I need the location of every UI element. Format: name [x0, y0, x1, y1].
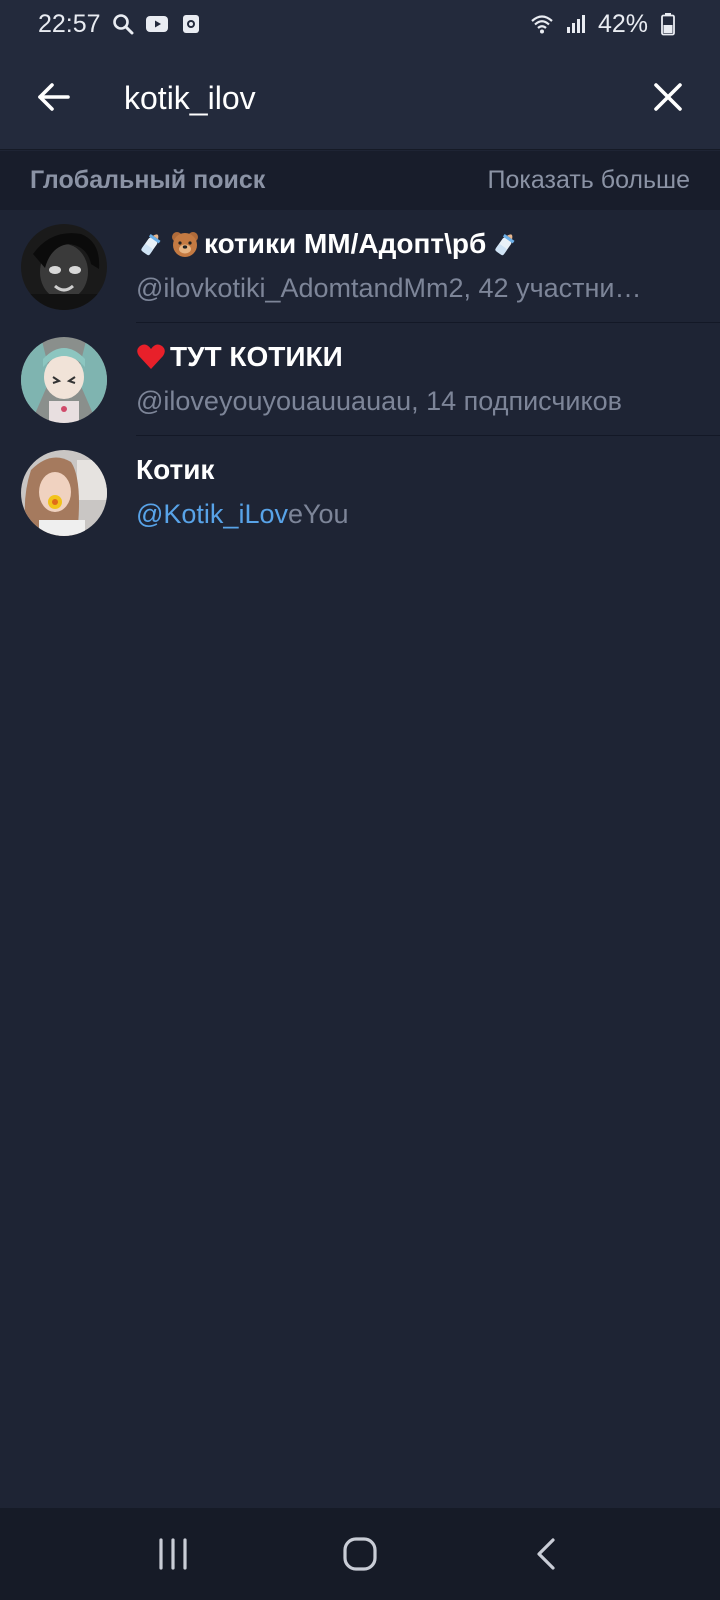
result-title-text: ТУТ КОТИКИ: [170, 341, 343, 372]
result-title-text: Котик: [136, 454, 215, 485]
close-icon: [654, 83, 682, 111]
result-subtitle-match: @Kotik_iLov: [136, 499, 288, 529]
search-icon: [111, 12, 135, 36]
bear-face-icon: [170, 229, 200, 259]
home-button[interactable]: [320, 1524, 400, 1584]
result-title-text: котики ММ/Адопт\рб: [204, 228, 487, 259]
clear-search-button[interactable]: [642, 71, 694, 123]
section-title: Глобальный поиск: [30, 166, 266, 194]
red-heart-icon: [136, 342, 166, 372]
avatar: [21, 337, 107, 423]
signal-icon: [564, 12, 588, 36]
search-input[interactable]: kotik_ilov: [124, 78, 256, 118]
result-subtitle: @iloveyouyouauuauau, 14 подписчиков: [136, 386, 622, 416]
baby-bottle-icon: [136, 229, 166, 259]
result-subtitle: @ilovkotiki_AdomtandMm2, 42 участни…: [136, 273, 642, 303]
result-title: ТУТ КОТИКИ: [136, 337, 700, 377]
global-search-header: Глобальный поиск Показать больше: [0, 151, 720, 210]
screen-record-icon: [179, 12, 203, 36]
back-icon: [537, 1538, 555, 1570]
search-result-item[interactable]: Котик @Kotik_iLoveYou: [0, 436, 720, 549]
status-bar-left: 22:57: [38, 10, 203, 39]
arrow-left-icon: [38, 83, 70, 111]
baby-bottle-icon: [490, 229, 520, 259]
back-button[interactable]: [28, 71, 80, 123]
result-subtitle-rest: eYou: [287, 499, 349, 529]
recent-apps-icon: [159, 1538, 187, 1570]
result-title: котики ММ/Адопт\рб: [136, 224, 700, 264]
search-result-item[interactable]: котики ММ/Адопт\рб @ilovkotiki_AdomtandM…: [0, 210, 720, 323]
avatar: [21, 224, 107, 310]
battery-icon: [658, 12, 682, 36]
search-header: kotik_ilov: [0, 48, 720, 150]
home-icon: [343, 1537, 377, 1571]
youtube-icon: [145, 12, 169, 36]
recent-apps-button[interactable]: [133, 1524, 213, 1584]
search-result-item[interactable]: ТУТ КОТИКИ @iloveyouyouauuauau, 14 подпи…: [0, 323, 720, 436]
search-results-list: котики ММ/Адопт\рб @ilovkotiki_AdomtandM…: [0, 210, 720, 549]
battery-percent: 42%: [597, 9, 648, 38]
avatar: [21, 450, 107, 536]
system-back-button[interactable]: [507, 1524, 587, 1584]
wifi-icon: [530, 12, 554, 36]
status-bar-right: 42%: [530, 10, 682, 39]
status-bar: 22:57 42%: [0, 0, 720, 48]
result-subtitle: @Kotik_iLoveYou: [136, 496, 680, 532]
system-navigation-bar: [0, 1508, 720, 1600]
show-more-button[interactable]: Показать больше: [488, 166, 690, 195]
result-title: Котик: [136, 450, 700, 490]
status-time: 22:57: [38, 9, 101, 38]
